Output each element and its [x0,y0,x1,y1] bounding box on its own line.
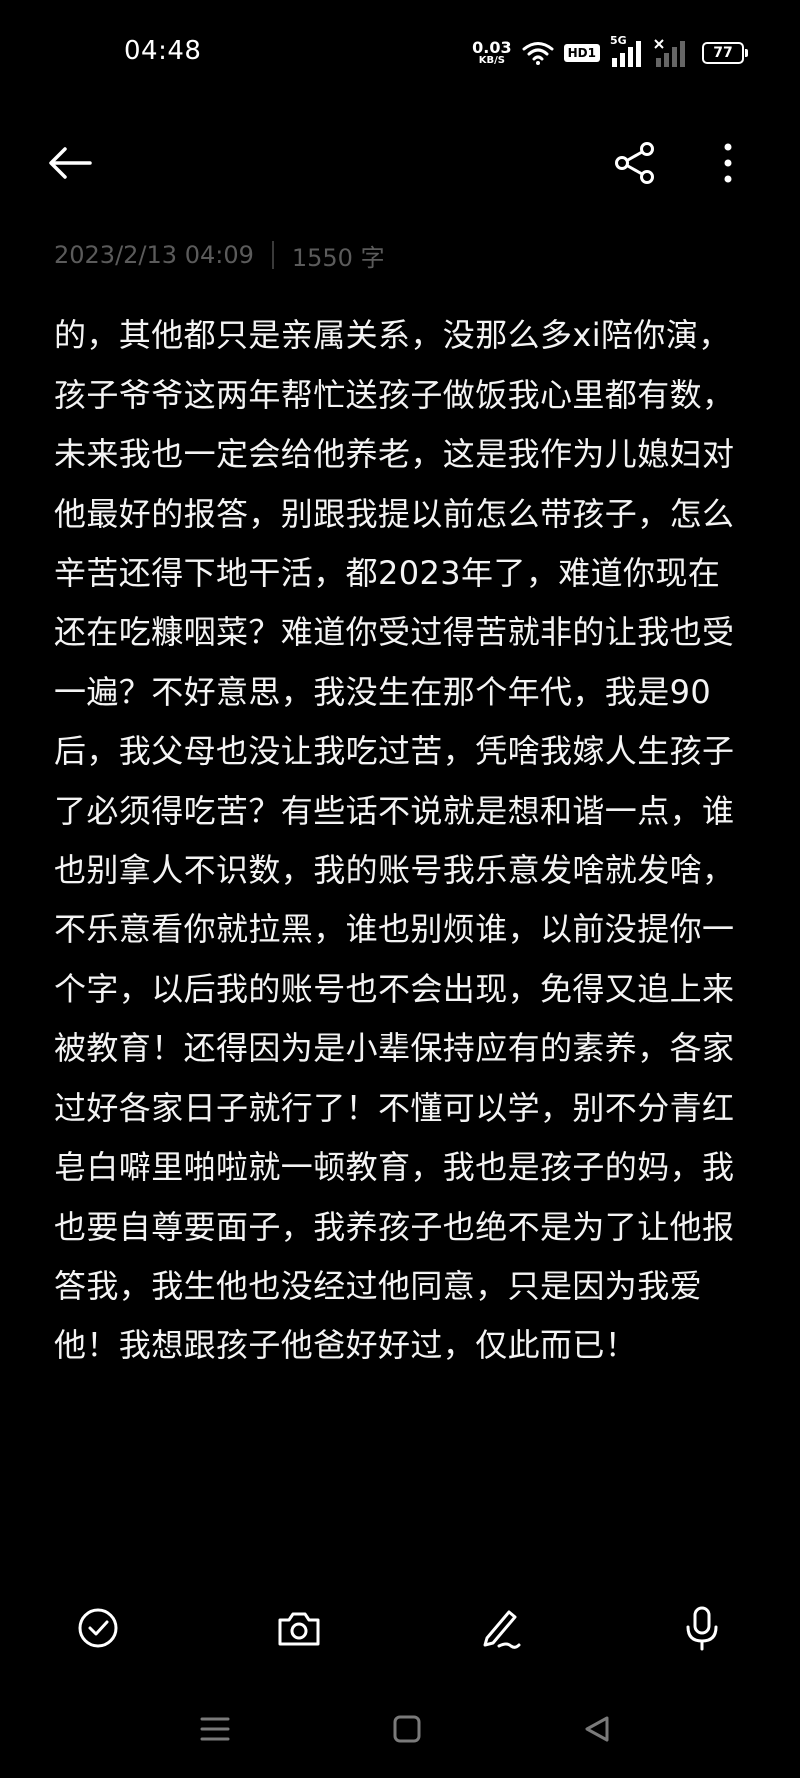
camera-icon [278,1612,320,1646]
camera-button[interactable] [271,1600,327,1656]
home-button[interactable] [382,1706,432,1752]
more-options-button[interactable] [710,136,746,190]
back-triangle-icon [585,1716,609,1742]
status-indicators: 0.03 KB/S HD1 5G 77 [472,34,748,70]
checklist-button[interactable] [70,1600,126,1656]
checklist-circle-icon [78,1608,118,1648]
meta-divider [271,241,274,269]
more-vertical-icon [724,143,732,183]
recent-apps-button[interactable] [190,1706,240,1752]
back-button[interactable] [40,138,100,188]
share-icon [615,142,654,184]
network-speed-value: 0.03 [472,38,512,57]
handwriting-pen-icon [483,1610,521,1649]
signal-bars-secondary-icon [654,39,685,67]
wifi-icon [522,42,554,65]
note-datetime: 2023/2/13 04:09 [54,241,254,269]
note-edit-bar [0,1590,800,1666]
recent-apps-icon [200,1717,230,1741]
cellular-signal-5g: 5G [610,34,644,68]
network-speed: 0.03 KB/S [472,40,511,66]
note-content-scroll[interactable]: 不是你给我养大的，这辈子除了我生的是肯养我的，其他都只是亲属关系，没那么多xi陪… [0,293,800,1498]
battery-level: 77 [713,45,733,61]
system-navigation-bar [0,1700,800,1760]
arrow-left-icon [49,147,92,179]
cellular-signal-secondary [654,38,688,68]
voice-input-button[interactable] [674,1600,730,1656]
system-back-button[interactable] [572,1706,622,1752]
battery-indicator: 77 [702,42,748,64]
hd-voice-badge: HD1 [563,44,600,62]
network-speed-unit: KB/S [478,55,506,66]
share-button[interactable] [608,136,662,190]
status-bar: 04:48 0.03 KB/S HD1 5G 77 [0,0,800,106]
note-body-text[interactable]: 不是你给我养大的，这辈子除了我生的是肯养我的，其他都只是亲属关系，没那么多xi陪… [54,293,744,1376]
note-word-count: 1550 字 [291,243,385,272]
home-square-icon [393,1715,421,1743]
note-meta: 2023/2/13 04:09 1550 字 [54,238,385,272]
microphone-icon [686,1606,718,1651]
note-toolbar [0,120,800,206]
handwriting-button[interactable] [472,1600,528,1656]
signal-bars-icon [612,41,641,67]
status-time: 04:48 [124,36,202,66]
